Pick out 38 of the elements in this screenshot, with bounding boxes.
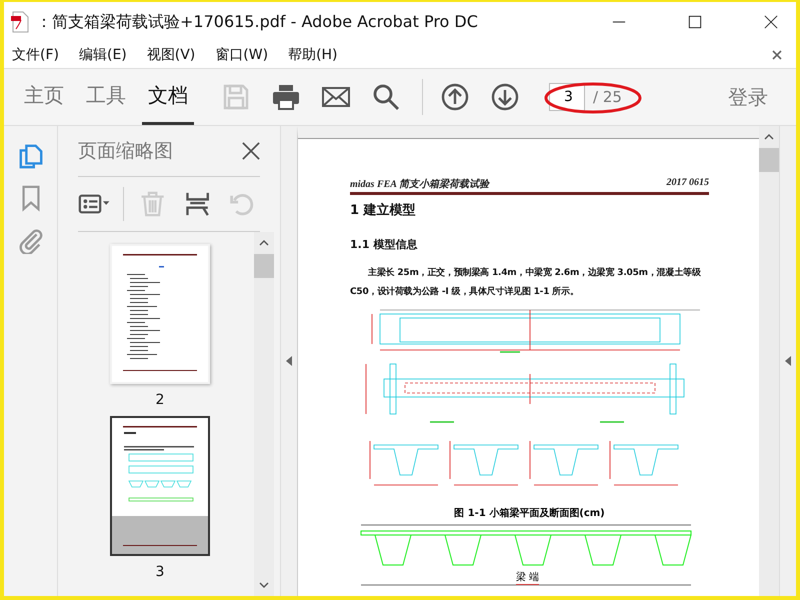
figure-caption: 图 1-1 小箱梁平面及断面图(cm) [453, 506, 606, 520]
page-number-label: 3 [156, 564, 164, 580]
close-icon[interactable] [764, 15, 778, 29]
body-paragraph: 主梁长 25m，正交，预制梁高 1.4m，中梁宽 2.6m，边梁宽 3.05m，混凝土等级 C50，设计荷载为公路 -I 级，具体尺寸详见图 1-1 所示。 [350, 266, 702, 299]
maximize-icon[interactable] [688, 15, 702, 29]
page-number-label: 2 [156, 392, 164, 408]
scrollbar[interactable] [254, 232, 274, 596]
printer-icon[interactable] [272, 83, 300, 111]
page-header-text: midas FEA 简支小箱梁荷载试验 [350, 177, 489, 191]
page-thumbnail[interactable] [110, 416, 210, 556]
expand-arrow-icon[interactable] [785, 356, 791, 366]
scrollbar-thumb[interactable] [759, 148, 779, 172]
pdf-file-icon [10, 11, 30, 33]
subsection-heading: 1.1 模型信息 [350, 237, 418, 252]
page-thumbnail[interactable] [110, 244, 210, 384]
menu-item[interactable]: 编辑(E) [78, 46, 127, 64]
collapse-arrow-icon[interactable] [286, 356, 292, 366]
scrollbar-thumb[interactable] [254, 254, 274, 278]
pages-icon[interactable] [18, 142, 44, 170]
sign-in-link[interactable]: 登录 [728, 84, 768, 110]
search-icon[interactable] [372, 83, 400, 111]
menu-item[interactable]: 窗口(W) [215, 46, 268, 64]
page-header-date: 2017 0615 [666, 177, 709, 190]
page-total: / 25 [593, 88, 622, 106]
menu-item[interactable]: 文件(F) [12, 46, 59, 64]
menu-item[interactable]: 帮助(H) [288, 46, 338, 64]
tab[interactable]: 工具 [80, 69, 132, 125]
scroll-up-icon[interactable] [764, 134, 774, 140]
close-icon[interactable] [242, 142, 260, 160]
scroll-down-icon[interactable] [259, 582, 269, 588]
panel-title: 页面缩略图 [78, 139, 173, 164]
scroll-up-icon[interactable] [259, 240, 269, 246]
window-title: ：简支箱梁荷载试验+170615.pdf - Adobe Acrobat Pro DC [36, 12, 478, 32]
tab[interactable]: 主页 [18, 69, 70, 125]
drawing-label: 梁 端 [516, 570, 540, 585]
menu-item[interactable]: 视图(V) [146, 46, 196, 64]
scrollbar[interactable] [759, 126, 779, 596]
section-heading: 1 建立模型 [350, 202, 417, 219]
